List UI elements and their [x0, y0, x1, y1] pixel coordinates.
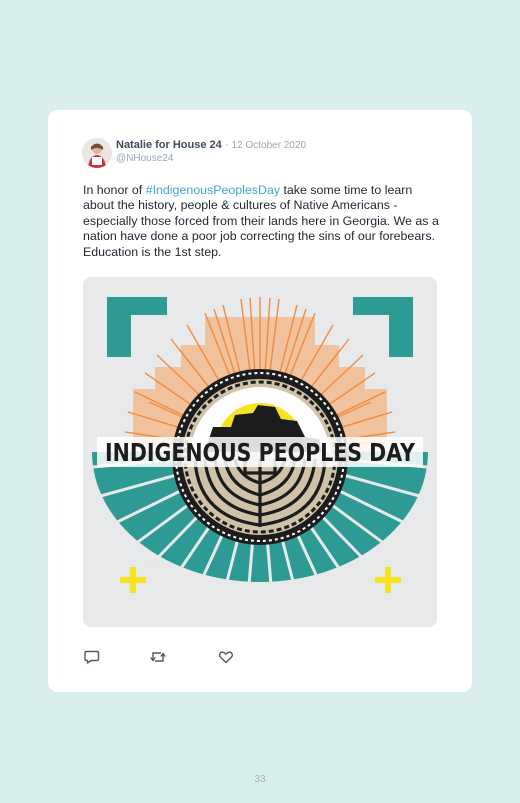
tweet-card: Natalie for House 24 · 12 October 2020 @… — [48, 110, 472, 692]
speech-bubble-icon — [84, 650, 100, 664]
tweet-actions — [83, 648, 263, 668]
page-number: 33 — [254, 774, 266, 785]
reply-button[interactable] — [83, 648, 101, 666]
tweet-date[interactable]: 12 October 2020 — [232, 140, 307, 151]
hashtag-link[interactable]: #IndigenousPeoplesDay — [146, 183, 280, 197]
date-separator: · — [221, 139, 232, 151]
avatar-image — [82, 138, 112, 168]
tweet-text: In honor of #IndigenousPeoplesDay take s… — [83, 183, 443, 260]
retweet-arrows-icon — [150, 652, 166, 662]
like-button[interactable] — [217, 648, 235, 666]
banner-text: INDIGENOUS PEOPLES DAY — [105, 438, 415, 467]
author-name[interactable]: Natalie for House 24 — [116, 139, 222, 151]
tweet-media-image[interactable]: INDIGENOUS PEOPLES DAY — [83, 277, 437, 627]
heart-icon — [218, 651, 234, 664]
author-handle[interactable]: @NHouse24 — [116, 153, 173, 164]
tweet-text-intro: In honor of — [83, 183, 146, 197]
indigenous-peoples-day-artwork: INDIGENOUS PEOPLES DAY — [83, 277, 437, 627]
avatar[interactable] — [82, 138, 112, 168]
retweet-button[interactable] — [149, 648, 167, 666]
author-line: Natalie for House 24 · 12 October 2020 — [116, 139, 306, 151]
